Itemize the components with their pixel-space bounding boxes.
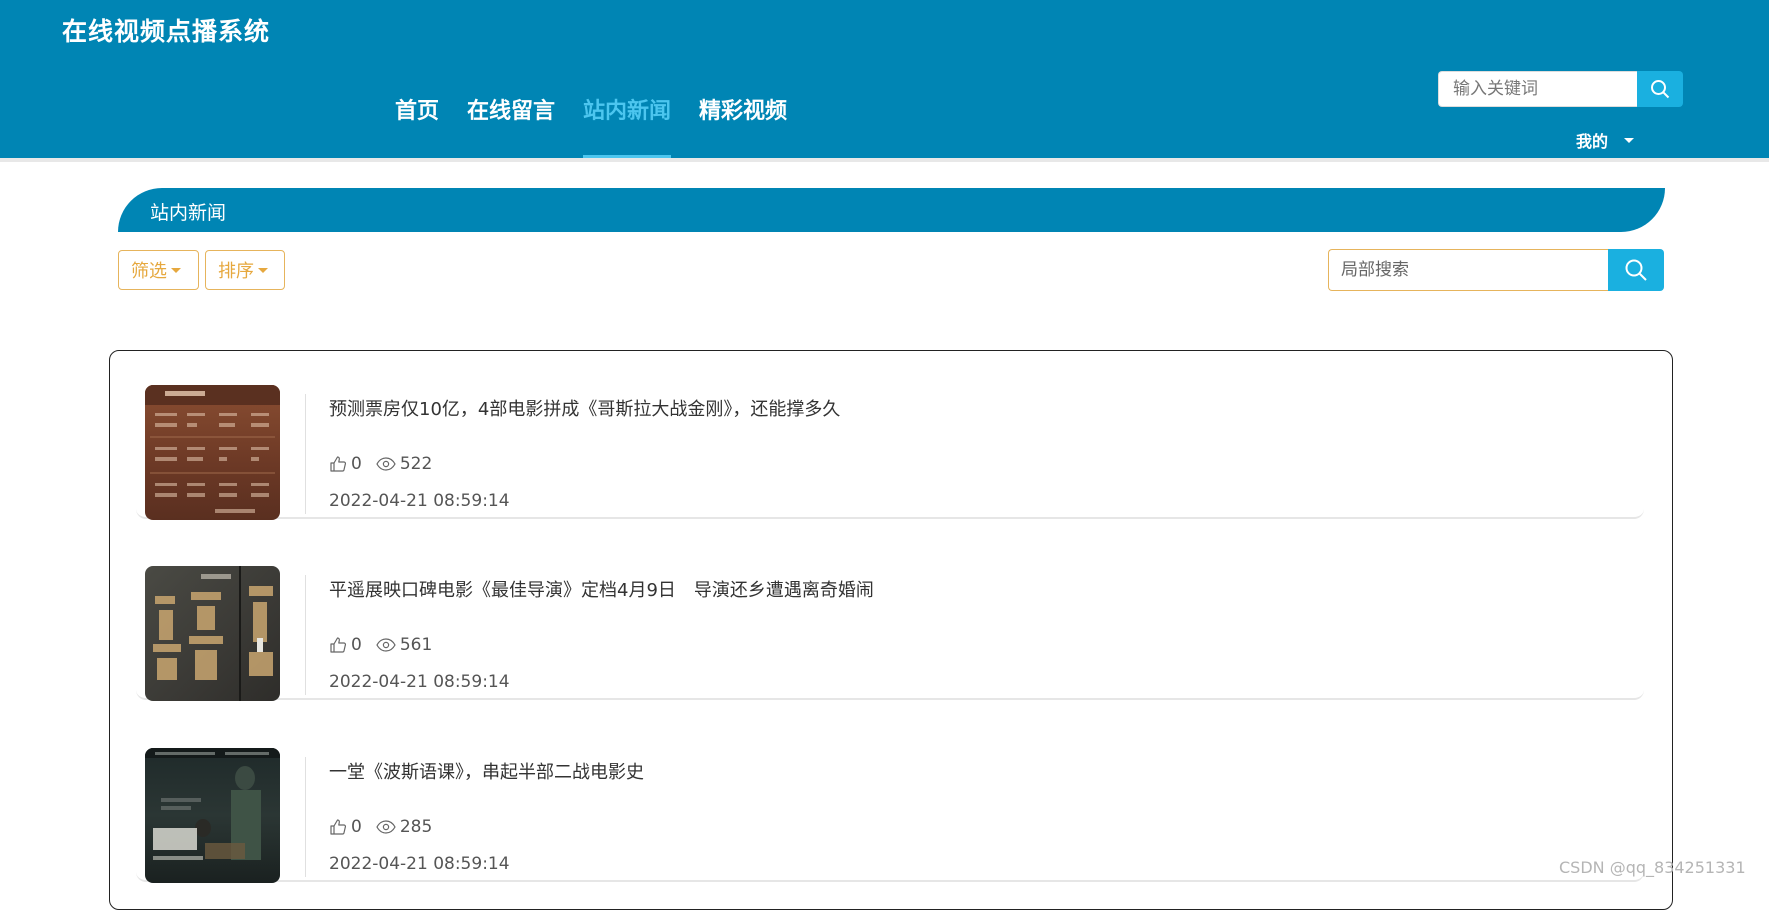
eye-icon — [376, 820, 396, 834]
news-item[interactable]: 一堂《波斯语课》，串起半部二战电影史 0 285 2022-04-21 08:5… — [136, 714, 1644, 883]
news-date: 2022-04-21 08:59:14 — [329, 491, 510, 511]
thumbs-up-icon[interactable] — [329, 818, 347, 836]
news-date: 2022-04-21 08:59:14 — [329, 672, 510, 692]
filter-label: 筛选 — [131, 261, 167, 282]
news-title[interactable]: 预测票房仅10亿，4部电影拼成《哥斯拉大战金刚》，还能撑多久 — [329, 395, 840, 421]
nav-messages[interactable]: 在线留言 — [467, 97, 555, 158]
news-title[interactable]: 平遥展映口碑电影《最佳导演》定档4月9日 导演还乡遭遇离奇婚闹 — [329, 576, 874, 602]
main-nav: 首页 在线留言 站内新闻 精彩视频 — [395, 97, 815, 158]
header-search-input[interactable] — [1438, 71, 1637, 107]
search-icon — [1625, 259, 1647, 281]
nav-home[interactable]: 首页 — [395, 97, 439, 158]
header-search-button[interactable] — [1637, 71, 1683, 107]
sort-dropdown[interactable]: 排序 — [205, 250, 285, 290]
like-count: 0 — [351, 817, 362, 837]
user-menu[interactable]: 我的 — [1576, 128, 1635, 152]
local-search-input[interactable] — [1328, 249, 1608, 291]
nav-news[interactable]: 站内新闻 — [583, 97, 672, 158]
news-title[interactable]: 一堂《波斯语课》，串起半部二战电影史 — [329, 758, 644, 784]
news-list: 预测票房仅10亿，4部电影拼成《哥斯拉大战金刚》，还能撑多久 0 522 202… — [109, 350, 1673, 910]
chevron-down-icon — [1624, 137, 1635, 143]
chevron-down-icon — [258, 267, 268, 273]
view-count: 285 — [399, 817, 433, 837]
thumbs-up-icon[interactable] — [329, 455, 347, 473]
news-stats: 0 561 — [329, 635, 432, 655]
chevron-down-icon — [171, 267, 181, 273]
watermark: CSDN @qq_834251331 — [1559, 858, 1746, 877]
news-thumbnail — [145, 748, 280, 883]
eye-icon — [376, 638, 396, 652]
header-search — [1438, 71, 1683, 107]
thumbs-up-icon[interactable] — [329, 636, 347, 654]
divider — [305, 394, 306, 514]
news-item[interactable]: 平遥展映口碑电影《最佳导演》定档4月9日 导演还乡遭遇离奇婚闹 0 561 20… — [136, 532, 1644, 701]
local-search-button[interactable] — [1608, 249, 1664, 291]
top-header: 在线视频点播系统 首页 在线留言 站内新闻 精彩视频 我的 — [0, 0, 1769, 162]
local-search — [1328, 249, 1664, 291]
section-header: 站内新闻 — [118, 188, 1665, 232]
like-count: 0 — [351, 454, 362, 474]
section-title: 站内新闻 — [150, 202, 227, 224]
news-date: 2022-04-21 08:59:14 — [329, 854, 510, 874]
news-thumbnail — [145, 385, 280, 520]
news-stats: 0 285 — [329, 817, 432, 837]
search-icon — [1651, 80, 1670, 99]
like-count: 0 — [351, 635, 362, 655]
news-item[interactable]: 预测票房仅10亿，4部电影拼成《哥斯拉大战金刚》，还能撑多久 0 522 202… — [136, 351, 1644, 520]
divider — [305, 575, 306, 695]
news-thumbnail — [145, 566, 280, 701]
site-title[interactable]: 在线视频点播系统 — [62, 12, 270, 48]
filter-dropdown[interactable]: 筛选 — [118, 250, 199, 290]
view-count: 522 — [399, 454, 433, 474]
sort-label: 排序 — [218, 261, 254, 282]
view-count: 561 — [399, 635, 433, 655]
nav-videos[interactable]: 精彩视频 — [699, 97, 787, 158]
user-menu-label: 我的 — [1576, 132, 1609, 151]
news-stats: 0 522 — [329, 454, 432, 474]
eye-icon — [376, 457, 396, 471]
divider — [305, 757, 306, 877]
